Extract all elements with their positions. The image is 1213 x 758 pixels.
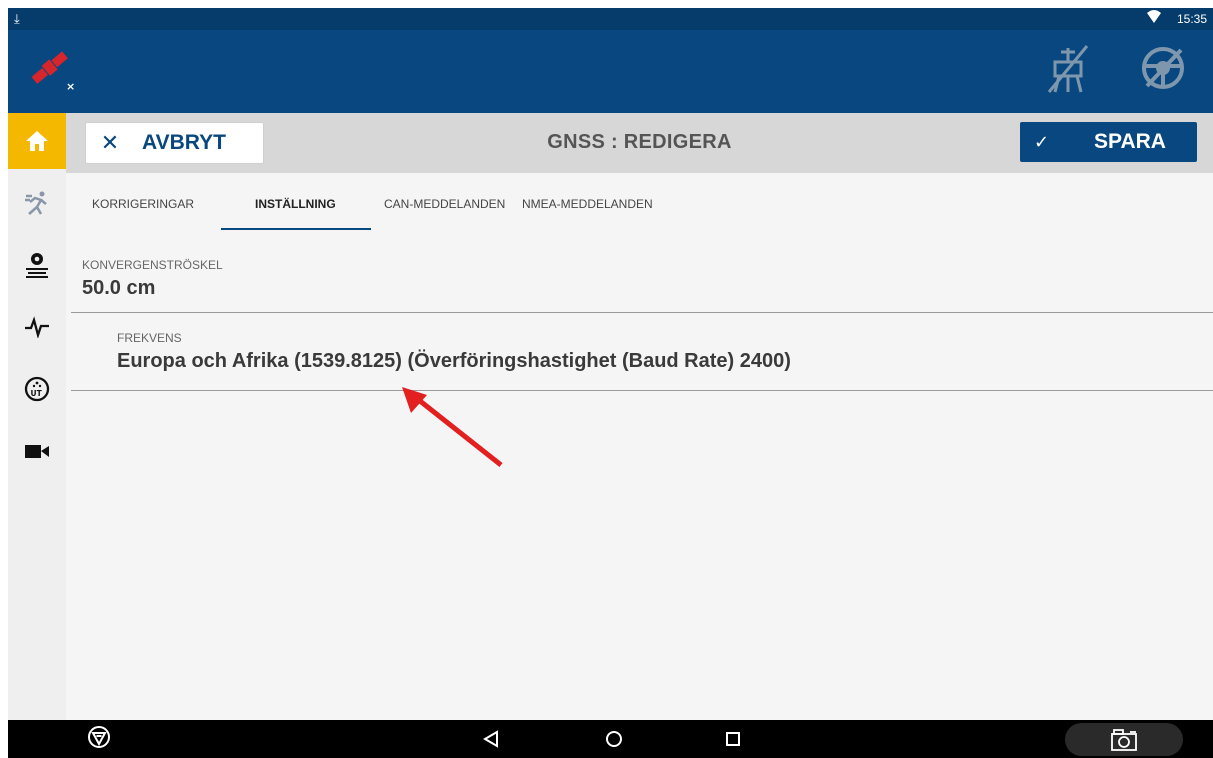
camera-icon (1111, 728, 1137, 751)
pulse-icon (25, 316, 49, 338)
sidebar: UT (8, 113, 66, 720)
tab-korrigeringar[interactable]: KORRIGERINGAR (92, 197, 194, 211)
sidebar-item-home[interactable] (8, 113, 66, 169)
wifi-icon (1147, 10, 1161, 27)
convergence-threshold-value: 50.0 cm (82, 277, 156, 299)
status-bar: ⤓ 15:35 (8, 8, 1213, 30)
divider (71, 390, 1213, 391)
frequency-label: FREKVENS (117, 331, 182, 345)
shield-icon[interactable] (87, 725, 111, 754)
screenshot-button[interactable] (1065, 723, 1183, 756)
tab-nmea-meddelanden[interactable]: NMEA-MEDDELANDEN (522, 197, 653, 211)
save-button-label: SPARA (1094, 130, 1166, 153)
steering-off-icon[interactable] (1139, 44, 1187, 99)
gear-field-icon (26, 253, 48, 278)
content-area: KORRIGERINGAR INSTÄLLNING CAN-MEDDELANDE… (66, 173, 1213, 720)
sidebar-item-settings[interactable] (8, 237, 66, 293)
convergence-threshold-field[interactable]: KONVERGENSTRÖSKEL 50.0 cm (66, 243, 1213, 313)
check-icon: ✓ (1034, 131, 1050, 152)
tab-can-meddelanden[interactable]: CAN-MEDDELANDEN (384, 197, 505, 211)
sidebar-item-run[interactable] (8, 175, 66, 231)
run-icon (25, 191, 47, 215)
sidebar-item-camera[interactable] (8, 423, 66, 479)
frequency-value: Europa och Afrika (1539.8125) (Överförin… (117, 350, 791, 372)
back-button[interactable] (483, 730, 499, 753)
active-tab-indicator (221, 228, 371, 230)
universal-terminal-icon: UT (24, 376, 50, 402)
app-header: × (8, 30, 1213, 113)
system-nav-bar (8, 720, 1213, 758)
download-icon: ⤓ (14, 11, 20, 26)
save-button[interactable]: ✓ SPARA (1020, 122, 1197, 162)
convergence-threshold-label: KONVERGENSTRÖSKEL (82, 258, 223, 272)
svg-text:×: × (66, 80, 75, 93)
satellite-disconnected-icon[interactable]: × (28, 46, 76, 99)
sidebar-item-ut[interactable]: UT (8, 361, 66, 417)
tab-installning[interactable]: INSTÄLLNING (255, 197, 336, 211)
home-button[interactable] (605, 730, 623, 753)
home-icon (26, 131, 48, 151)
annotation-arrow (402, 387, 503, 467)
edit-toolbar: ✕ AVBRYT GNSS : REDIGERA ✓ SPARA (66, 113, 1213, 173)
device-screen: ⤓ 15:35 × UT ✕ AVBRYT GNSS: REDIGERA ✓ … (8, 8, 1213, 758)
svg-text:UT: UT (31, 389, 43, 398)
tab-bar: KORRIGERINGAR INSTÄLLNING CAN-MEDDELANDE… (66, 173, 1213, 231)
recents-button[interactable] (725, 731, 741, 752)
video-camera-icon (25, 445, 49, 458)
sidebar-item-health[interactable] (8, 299, 66, 355)
frequency-field[interactable]: FREKVENS Europa och Afrika (1539.8125) (… (66, 313, 1213, 391)
status-time: 15:35 (1176, 12, 1207, 26)
implement-off-icon[interactable] (1047, 44, 1089, 99)
